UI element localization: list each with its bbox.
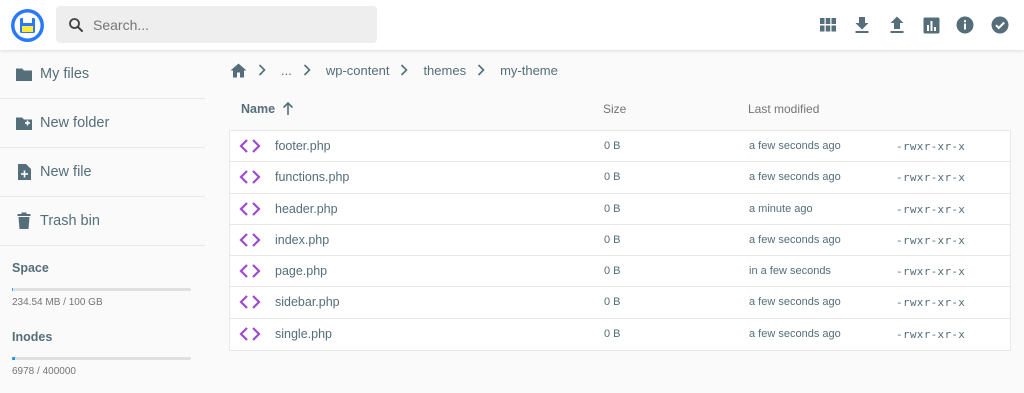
file-permissions: -rwxr-xr-x <box>896 171 966 185</box>
divider <box>0 245 205 246</box>
grid-icon <box>820 18 836 32</box>
file-size: 0 B <box>604 140 621 152</box>
file-permissions: -rwxr-xr-x <box>896 296 966 310</box>
search-icon <box>69 17 83 32</box>
info-button[interactable] <box>954 14 976 36</box>
file-name: page.php <box>275 264 328 279</box>
table-row[interactable]: footer.php 0 B a few seconds ago -rwxr-xr-x <box>230 131 1010 163</box>
file-size: 0 B <box>604 265 621 278</box>
file-name: single.php <box>275 326 332 341</box>
file-permissions: -rwxr-xr-x <box>896 265 966 279</box>
sidebar-item-new-folder[interactable]: New folder <box>0 99 205 147</box>
floppy-disk-icon <box>11 9 44 42</box>
chevron-right-icon <box>258 64 270 76</box>
code-file-icon <box>239 201 261 216</box>
inodes-usage-text: 6978 / 400000 <box>12 366 76 377</box>
search-bar[interactable] <box>56 6 377 43</box>
check-circle-icon <box>991 16 1009 34</box>
download-button[interactable] <box>851 14 873 36</box>
space-usage-text: 234.54 MB / 100 GB <box>12 297 103 308</box>
file-plus-icon <box>14 162 34 182</box>
sort-by-name-button[interactable]: Name <box>241 102 294 116</box>
upload-button[interactable] <box>886 14 908 36</box>
chevron-right-icon <box>303 64 315 76</box>
sidebar-item-trash-bin[interactable]: Trash bin <box>0 197 205 245</box>
file-permissions: -rwxr-xr-x <box>896 327 966 341</box>
inodes-title: Inodes <box>12 330 53 344</box>
code-file-icon <box>239 264 261 278</box>
file-modified: a few seconds ago <box>749 171 841 184</box>
download-icon <box>855 17 869 33</box>
inodes-progress-bar <box>12 357 191 360</box>
code-file-icon <box>239 327 261 341</box>
file-size: 0 B <box>604 327 621 340</box>
table-row[interactable]: index.php 0 B a few seconds ago -rwxr-xr-x <box>230 225 1010 257</box>
file-modified: a few seconds ago <box>749 327 841 340</box>
space-title: Space <box>12 261 49 275</box>
column-header-name: Name <box>241 102 276 116</box>
breadcrumb-item[interactable]: wp-content <box>326 63 390 78</box>
breadcrumb-item[interactable]: my-theme <box>500 63 558 78</box>
folder-icon <box>14 64 34 84</box>
file-modified: a few seconds ago <box>749 233 841 246</box>
file-name: index.php <box>275 232 330 247</box>
trash-icon <box>14 211 34 231</box>
sidebar-item-label: Trash bin <box>40 213 100 229</box>
code-file-icon <box>239 139 261 153</box>
folder-plus-icon <box>14 113 34 133</box>
column-header-modified[interactable]: Last modified <box>748 102 819 116</box>
upload-icon <box>890 16 904 33</box>
table-row[interactable]: single.php 0 B a few seconds ago -rwxr-xr-x <box>230 319 1010 350</box>
sidebar-item-my-files[interactable]: My files <box>0 50 205 98</box>
code-file-icon <box>239 295 261 310</box>
file-size: 0 B <box>604 202 621 215</box>
breadcrumb-item[interactable]: ... <box>281 63 292 78</box>
chevron-right-icon <box>400 64 412 76</box>
file-size: 0 B <box>604 171 621 184</box>
file-size: 0 B <box>604 296 621 309</box>
code-file-icon <box>239 233 261 247</box>
info-icon <box>956 16 974 34</box>
file-size: 0 B <box>604 233 621 246</box>
table-row[interactable]: sidebar.php 0 B a few seconds ago -rwxr-xr-… <box>230 287 1010 319</box>
switch-view-button[interactable] <box>817 14 839 36</box>
column-header-size[interactable]: Size <box>603 102 626 116</box>
inodes-progress-fill <box>12 357 15 360</box>
bar-chart-icon <box>923 17 939 33</box>
file-list: footer.php 0 B a few seconds ago -rwxr-xr-x… <box>229 130 1011 352</box>
header <box>0 0 1024 50</box>
search-input[interactable] <box>93 16 373 33</box>
space-progress-bar <box>12 288 191 291</box>
breadcrumb: ... wp-content themes my-theme <box>230 60 558 80</box>
app-logo[interactable] <box>11 9 44 42</box>
file-name: sidebar.php <box>275 295 340 310</box>
select-button[interactable] <box>989 14 1011 36</box>
space-progress-fill <box>12 288 13 291</box>
file-name: functions.php <box>275 170 350 185</box>
table-row[interactable]: page.php 0 B in a few seconds -rwxr-xr-x <box>230 256 1010 288</box>
home-icon[interactable] <box>230 63 247 78</box>
sidebar-item-label: New file <box>40 164 92 180</box>
file-name: header.php <box>275 201 338 216</box>
table-row[interactable]: header.php 0 B a minute ago -rwxr-xr-x <box>230 194 1010 225</box>
file-modified: a minute ago <box>749 202 813 215</box>
sidebar-item-label: New folder <box>40 115 110 131</box>
file-name: footer.php <box>275 139 331 153</box>
arrow-up-icon <box>282 102 294 115</box>
sidebar-item-new-file[interactable]: New file <box>0 148 205 196</box>
file-permissions: -rwxr-xr-x <box>896 233 966 247</box>
code-file-icon <box>239 170 261 185</box>
file-modified: a few seconds ago <box>749 140 841 152</box>
chevron-right-icon <box>477 64 489 76</box>
table-row[interactable]: functions.php 0 B a few seconds ago -rwxr-x… <box>230 162 1010 194</box>
file-permissions: -rwxr-xr-x <box>896 140 966 153</box>
file-modified: in a few seconds <box>749 265 831 278</box>
file-permissions: -rwxr-xr-x <box>896 202 966 216</box>
breadcrumb-item[interactable]: themes <box>423 63 466 78</box>
info-chart-button[interactable] <box>920 14 942 36</box>
sidebar-item-label: My files <box>40 66 90 82</box>
file-modified: a few seconds ago <box>749 296 841 309</box>
